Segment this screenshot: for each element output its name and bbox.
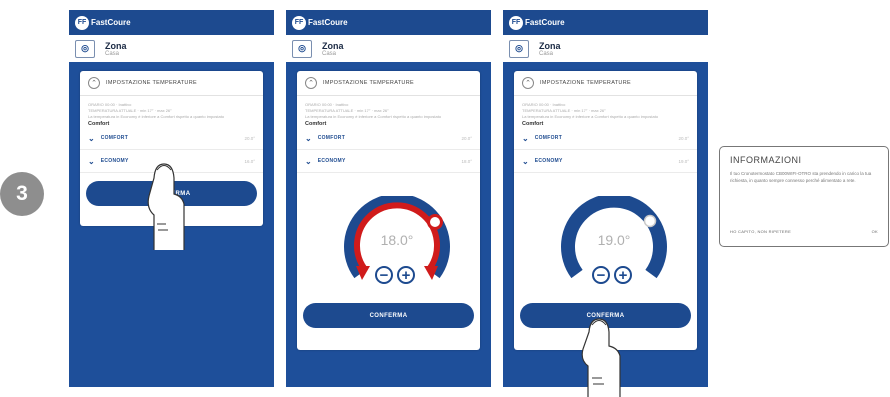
logo-mark: FF	[75, 15, 89, 30]
settings-card-title: IMPOSTAZIONE TEMPERATURE	[540, 80, 631, 86]
dialog-title: INFORMAZIONI	[730, 155, 802, 165]
mode-row-comfort[interactable]: ⌄ COMFORT 20.0°	[514, 127, 697, 150]
temperature-settings-card: ⌃ IMPOSTAZIONE TEMPERATURE ORARIO 00:00 …	[514, 71, 697, 350]
mode-label: COMFORT	[100, 135, 129, 141]
mode-row-comfort[interactable]: ⌄ COMFORT 20.0°	[80, 127, 263, 150]
collapse-chevron-icon[interactable]: ⌃	[88, 77, 100, 89]
tap-hand-icon	[147, 163, 185, 250]
chevron-down-icon: ⌄	[522, 156, 529, 166]
chevron-down-icon: ⌄	[522, 133, 529, 143]
chevron-down-icon: ⌄	[88, 133, 95, 143]
logo-mark: FF	[509, 15, 523, 30]
dial-temperature: 18.0°	[380, 232, 414, 248]
zone-bar[interactable]: ◎ Zona Casa	[503, 35, 708, 62]
dont-show-again-button[interactable]: HO CAPITO, NON RIPETERE	[730, 229, 791, 234]
mode-label: ECONOMY	[534, 158, 563, 164]
temperature-dial[interactable]: 19.0° − +	[559, 196, 669, 288]
phone-screen-1: FF FastCoure ◎ Zona Casa ⌃ IMPOSTAZIONE …	[69, 10, 274, 387]
ok-button[interactable]: OK	[872, 229, 878, 234]
info-line: La temperatura in Economy è inferiore a …	[305, 114, 442, 119]
zone-thermostat-icon: ◎	[292, 39, 312, 58]
settings-card-header[interactable]: ⌃ IMPOSTAZIONE TEMPERATURE	[514, 71, 697, 96]
app-header: FF FastCoure	[286, 10, 491, 35]
zone-title: Zona	[539, 40, 561, 51]
app-header: FF FastCoure	[503, 10, 708, 35]
mode-temp: 20.0°	[244, 135, 255, 141]
mode-row-economy[interactable]: ⌄ ECONOMY 19.0°	[514, 150, 697, 173]
settings-card-title: IMPOSTAZIONE TEMPERATURE	[106, 80, 197, 86]
logo-text: FastCoure	[91, 18, 131, 27]
dialog-body: Il tuo Cronotermostato CB00WIFI-OTRO sta…	[730, 171, 872, 183]
app-logo: FF FastCoure	[75, 15, 131, 30]
info-dialog: INFORMAZIONI Il tuo Cronotermostato CB00…	[719, 146, 889, 247]
phone-screen-2: FF FastCoure ◎ Zona Casa ⌃ IMPOSTAZIONE …	[286, 10, 491, 387]
settings-card-header[interactable]: ⌃ IMPOSTAZIONE TEMPERATURE	[297, 71, 480, 96]
decrease-button[interactable]: −	[375, 266, 393, 284]
temperature-dial[interactable]: 18.0° − +	[342, 196, 452, 288]
zone-thermostat-icon: ◎	[509, 39, 529, 58]
app-header: FF FastCoure	[69, 10, 274, 35]
step-number-badge: 3	[0, 172, 44, 216]
mode-row-comfort[interactable]: ⌄ COMFORT 20.0°	[297, 127, 480, 150]
mode-label: ECONOMY	[100, 158, 129, 164]
increase-button[interactable]: +	[397, 266, 415, 284]
mode-temp: 16.0°	[244, 158, 255, 164]
zone-subtitle: Casa	[539, 50, 554, 57]
info-line: La temperatura in Economy è inferiore a …	[88, 114, 225, 119]
confirm-button[interactable]: CONFERMA	[303, 303, 474, 328]
zone-subtitle: Casa	[105, 50, 120, 57]
mode-temp: 19.0°	[678, 158, 689, 164]
zone-bar[interactable]: ◎ Zona Casa	[69, 35, 274, 62]
mode-temp: 20.0°	[461, 135, 472, 141]
app-logo: FF FastCoure	[509, 15, 565, 30]
settings-info: ORARIO 00:00 · Inattivo TEMPERATURA ATTU…	[297, 96, 480, 127]
dial-knob[interactable]	[643, 214, 657, 228]
temperature-settings-card: ⌃ IMPOSTAZIONE TEMPERATURE ORARIO 00:00 …	[297, 71, 480, 350]
decrease-button[interactable]: −	[592, 266, 610, 284]
settings-card-title: IMPOSTAZIONE TEMPERATURE	[323, 80, 414, 86]
settings-card-header[interactable]: ⌃ IMPOSTAZIONE TEMPERATURE	[80, 71, 263, 96]
info-line: La temperatura in Economy è inferiore a …	[522, 114, 659, 119]
collapse-chevron-icon[interactable]: ⌃	[305, 77, 317, 89]
app-logo: FF FastCoure	[292, 15, 348, 30]
dial-temperature: 19.0°	[597, 232, 631, 248]
logo-text: FastCoure	[525, 18, 565, 27]
chevron-down-icon: ⌄	[88, 156, 95, 166]
logo-mark: FF	[292, 15, 306, 30]
chevron-down-icon: ⌄	[305, 133, 312, 143]
mode-label: COMFORT	[534, 135, 563, 141]
increase-button[interactable]: +	[614, 266, 632, 284]
mode-temp: 18.0°	[461, 158, 472, 164]
logo-text: FastCoure	[308, 18, 348, 27]
chevron-down-icon: ⌄	[305, 156, 312, 166]
mode-temp: 20.0°	[678, 135, 689, 141]
zone-title: Zona	[105, 40, 127, 51]
mode-label: ECONOMY	[317, 158, 346, 164]
mode-label: COMFORT	[317, 135, 346, 141]
zone-thermostat-icon: ◎	[75, 39, 95, 58]
mode-row-economy[interactable]: ⌄ ECONOMY 18.0°	[297, 150, 480, 173]
settings-info: ORARIO 00:00 · Inattivo TEMPERATURA ATTU…	[80, 96, 263, 127]
dial-knob[interactable]	[427, 214, 443, 230]
tap-hand-icon	[581, 318, 621, 397]
zone-bar[interactable]: ◎ Zona Casa	[286, 35, 491, 62]
zone-subtitle: Casa	[322, 50, 337, 57]
settings-info: ORARIO 00:00 · Inattivo TEMPERATURA ATTU…	[514, 96, 697, 127]
zone-title: Zona	[322, 40, 344, 51]
collapse-chevron-icon[interactable]: ⌃	[522, 77, 534, 89]
